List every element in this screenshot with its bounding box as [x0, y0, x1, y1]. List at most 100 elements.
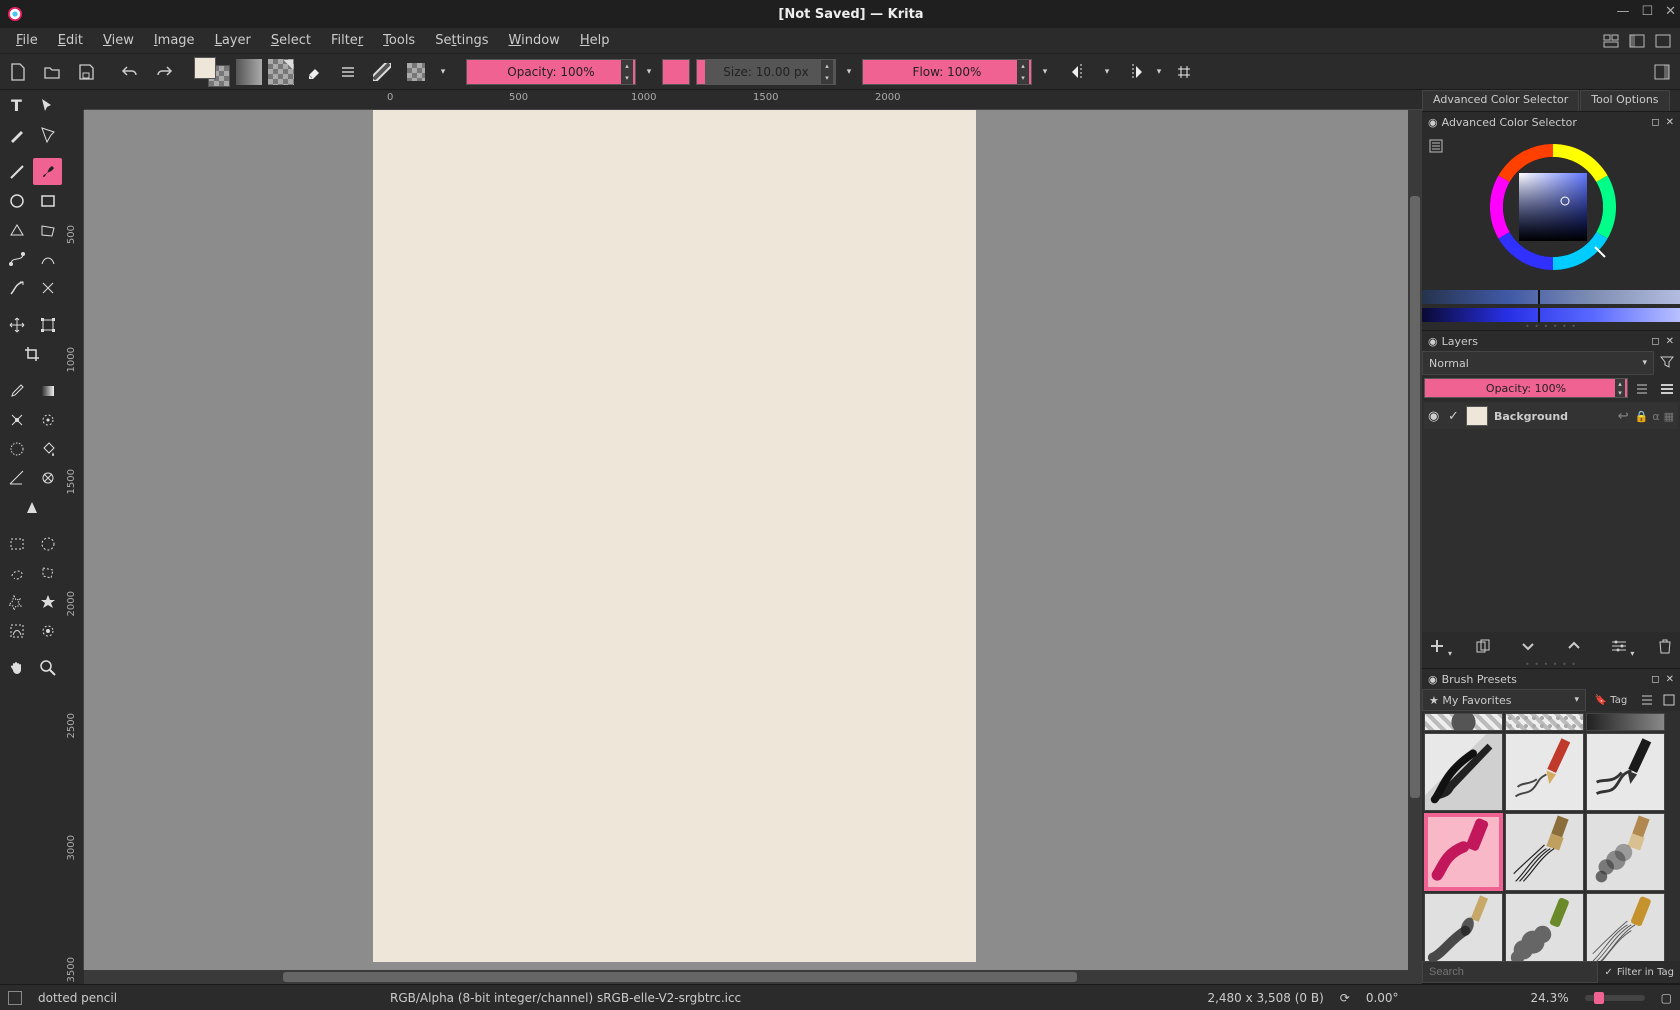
delete-layer-icon[interactable]: [1654, 636, 1676, 656]
preset-eraser-dots[interactable]: [1505, 713, 1584, 731]
docker-resize-handle[interactable]: • • • • • •: [1422, 660, 1680, 668]
tool-text[interactable]: T: [2, 92, 31, 119]
tool-rectangle[interactable]: [33, 187, 62, 214]
selection-indicator-icon[interactable]: [8, 991, 22, 1005]
menu-window[interactable]: Window: [499, 31, 570, 50]
tool-colorize-mask[interactable]: [2, 435, 31, 462]
menu-settings[interactable]: Settings: [425, 31, 498, 50]
canvas-page[interactable]: [373, 110, 976, 962]
menu-help[interactable]: Help: [570, 31, 620, 50]
layer-properties-icon[interactable]: ▾: [1608, 636, 1630, 656]
mirror-h-dropdown[interactable]: ▾: [1100, 59, 1114, 85]
wrap-around-icon[interactable]: [1172, 59, 1198, 85]
size-slider[interactable]: Size: 10.00 px ▴▾: [696, 59, 836, 85]
pattern-swatch[interactable]: [268, 59, 294, 85]
alpha-lock-icon[interactable]: [402, 58, 430, 86]
layer-select-checkbox[interactable]: ✓: [1448, 409, 1460, 424]
preset-pencil[interactable]: [1505, 733, 1584, 811]
menu-select[interactable]: Select: [261, 31, 321, 50]
mirror-v-dropdown[interactable]: ▾: [1152, 59, 1166, 85]
preset-round-brush[interactable]: [1424, 893, 1503, 961]
tool-gradient[interactable]: [33, 377, 62, 404]
new-file-icon[interactable]: [4, 58, 32, 86]
redo-icon[interactable]: [150, 58, 178, 86]
layer-opacity-slider[interactable]: Opacity: 100% ▴▾: [1424, 378, 1628, 398]
color-selector-menu-icon[interactable]: [1426, 136, 1446, 156]
preset-eraser-checker[interactable]: [1424, 713, 1503, 731]
zoom-slider[interactable]: [1585, 995, 1645, 1001]
layer-item[interactable]: ◉ ✓ Background ↩ 🔒 α ▦: [1424, 403, 1678, 429]
lock-docker-icon[interactable]: ◉: [1428, 335, 1438, 348]
lock-docker-icon[interactable]: ◉: [1428, 116, 1438, 129]
tool-freehand-brush[interactable]: [33, 158, 62, 185]
float-docker-icon[interactable]: ◻: [1651, 117, 1659, 128]
preset-tag-select[interactable]: ★ My Favorites▾: [1422, 689, 1586, 711]
tool-crop[interactable]: [17, 340, 46, 367]
tool-select-magnetic[interactable]: [33, 617, 62, 644]
tool-select-polygonal[interactable]: [33, 559, 62, 586]
close-docker-icon[interactable]: ✕: [1666, 674, 1674, 685]
reload-preset-icon[interactable]: [334, 58, 362, 86]
workspace-chooser-icon[interactable]: [1600, 30, 1622, 52]
tool-pan[interactable]: [2, 654, 31, 681]
tab-tool-options[interactable]: Tool Options: [1580, 90, 1669, 111]
menu-image[interactable]: Image: [144, 31, 205, 50]
tool-move[interactable]: [2, 311, 31, 338]
menu-tools[interactable]: Tools: [373, 31, 425, 50]
close-icon[interactable]: ✕: [1665, 4, 1676, 19]
tool-select-contiguous[interactable]: [2, 588, 31, 615]
preset-view-list-icon[interactable]: [1636, 689, 1658, 711]
open-file-icon[interactable]: [38, 58, 66, 86]
fullscreen-icon[interactable]: ▢: [1661, 991, 1672, 1005]
tool-bezier[interactable]: [2, 245, 31, 272]
tool-polyline[interactable]: [2, 216, 31, 243]
eraser-mode-icon[interactable]: [300, 58, 328, 86]
shade-bar-2[interactable]: [1422, 308, 1680, 322]
preset-pen[interactable]: [1424, 733, 1503, 811]
minimize-icon[interactable]: —: [1616, 4, 1629, 19]
menu-filter[interactable]: Filter: [321, 31, 373, 50]
preset-pencil-dark[interactable]: [1586, 733, 1665, 811]
lock-icon[interactable]: 🔒: [1635, 410, 1649, 423]
vertical-scrollbar[interactable]: [1408, 110, 1422, 970]
horizontal-scrollbar[interactable]: [84, 970, 1408, 984]
menu-file[interactable]: File: [6, 31, 48, 50]
alpha-lock-icon[interactable]: α: [1652, 410, 1659, 423]
opacity-slider[interactable]: Opacity: 100% ▴▾: [466, 59, 636, 85]
opacity-dropdown[interactable]: ▾: [642, 59, 656, 85]
tool-pattern-edit[interactable]: [2, 406, 31, 433]
workspace-icon3[interactable]: [1652, 30, 1674, 52]
menu-view[interactable]: View: [93, 31, 144, 50]
preset-red-marker[interactable]: [1424, 813, 1503, 891]
float-docker-icon[interactable]: ◻: [1651, 674, 1659, 685]
visibility-icon[interactable]: ◉: [1428, 409, 1442, 424]
menu-edit[interactable]: Edit: [48, 31, 93, 50]
preset-gold-brush[interactable]: [1586, 893, 1665, 961]
tool-smart-patch[interactable]: [33, 406, 62, 433]
mirror-v-icon[interactable]: [1120, 59, 1146, 85]
gradient-swatch[interactable]: [236, 59, 262, 85]
color-wheel[interactable]: [1488, 142, 1618, 272]
tool-select-bezier[interactable]: [2, 617, 31, 644]
canvas-viewport[interactable]: [84, 110, 1408, 970]
flow-dropdown[interactable]: ▾: [1038, 59, 1052, 85]
menu-layer[interactable]: Layer: [205, 31, 261, 50]
preset-eraser-soft[interactable]: [1586, 713, 1665, 731]
layer-thumbnail[interactable]: [1466, 406, 1488, 426]
alpha-preserve-icon[interactable]: [368, 58, 396, 86]
fg-bg-swatch[interactable]: [194, 57, 230, 87]
size-dropdown[interactable]: ▾: [842, 59, 856, 85]
move-layer-down-icon[interactable]: [1517, 636, 1539, 656]
maximize-icon[interactable]: ☐: [1641, 4, 1653, 19]
tool-select-freehand[interactable]: [2, 559, 31, 586]
inherit-alpha-icon[interactable]: ▦: [1664, 410, 1674, 423]
tool-polygon[interactable]: [33, 216, 62, 243]
docker-resize-handle[interactable]: • • • • • •: [1422, 322, 1680, 330]
preset-search-input[interactable]: [1422, 961, 1598, 983]
close-docker-icon[interactable]: ✕: [1666, 117, 1674, 128]
move-layer-up-icon[interactable]: [1563, 636, 1585, 656]
tool-select-rect[interactable]: [2, 530, 31, 557]
preset-green-brush[interactable]: [1505, 893, 1584, 961]
horizontal-ruler[interactable]: 0500100015002000: [84, 90, 1422, 110]
tool-measure[interactable]: [33, 464, 62, 491]
